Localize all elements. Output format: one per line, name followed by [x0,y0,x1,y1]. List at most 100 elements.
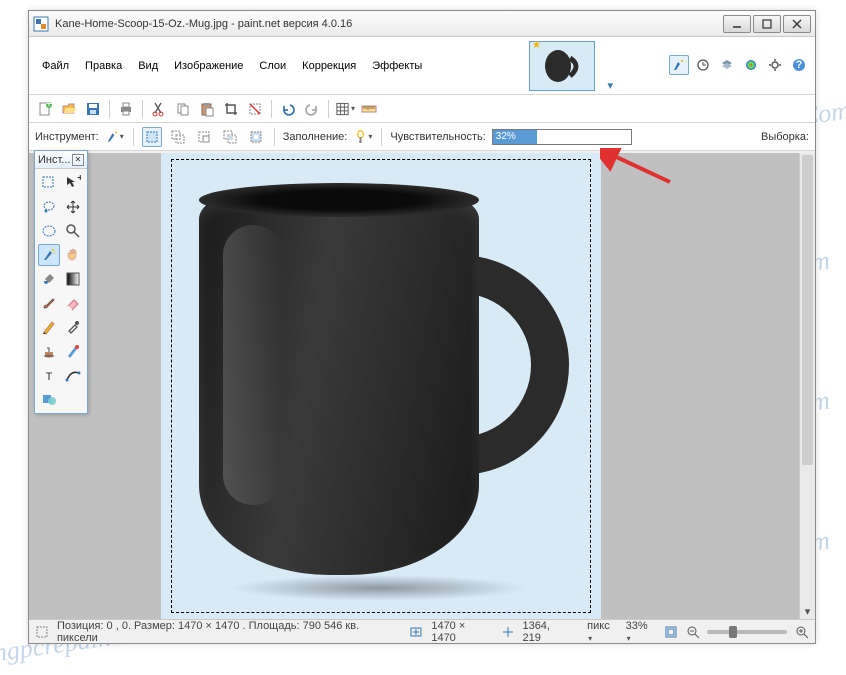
tolerance-slider[interactable]: 32% [492,129,632,145]
tool-recolor[interactable] [62,340,84,362]
tool-color-picker[interactable] [62,316,84,338]
thumbnail-dropdown-icon[interactable]: ▾ [607,79,613,92]
titlebar: Kane-Home-Scoop-15-Oz.-Mug.jpg - paint.n… [29,11,815,37]
separator [133,128,134,146]
history-window-toggle[interactable] [693,55,713,75]
vertical-scrollbar[interactable]: ▴ ▾ [799,153,815,619]
tool-pan[interactable] [62,244,84,266]
tool-gradient[interactable] [62,268,84,290]
settings-button[interactable] [765,55,785,75]
tool-pencil[interactable] [38,316,60,338]
zoom-value[interactable]: 33% ▾ [626,620,656,644]
save-button[interactable] [83,99,103,119]
menu-layers[interactable]: Слои [252,56,293,76]
units-selector[interactable]: пикс ▾ [587,620,617,644]
scroll-down-icon[interactable]: ▾ [800,603,815,619]
tool-label: Инструмент: [35,131,99,143]
tools-window-toggle[interactable] [669,55,689,75]
tool-shapes[interactable] [38,388,60,410]
grid-button[interactable]: ▾ [335,99,355,119]
zoom-in-icon[interactable] [795,625,809,639]
svg-text:?: ? [796,59,803,71]
deselect-button[interactable] [245,99,265,119]
open-button[interactable] [59,99,79,119]
tool-paintbrush[interactable] [38,292,60,314]
crop-button[interactable] [221,99,241,119]
tool-move-selection[interactable]: + [62,172,84,194]
scrollbar-thumb[interactable] [802,155,813,465]
tool-text[interactable]: T [38,364,60,386]
menu-view[interactable]: Вид [131,56,165,76]
zoom-slider[interactable] [707,630,787,634]
fit-window-icon[interactable] [664,625,678,639]
svg-text:+: + [46,101,52,110]
fill-label: Заполнение: [283,131,348,143]
svg-text:+: + [77,175,81,184]
main-toolbar: + ▾ [29,95,815,123]
print-button[interactable] [116,99,136,119]
current-tool-icon[interactable]: ▾ [105,127,125,147]
sampling-label: Выборка: [761,131,809,143]
canvas-gutter-right [601,153,799,619]
paste-button[interactable] [197,99,217,119]
copy-button[interactable] [173,99,193,119]
cursor-pos-icon [501,625,515,639]
flood-mode-button[interactable]: ▾ [353,127,373,147]
annotation-arrow [600,148,680,188]
tools-window-close-icon[interactable]: ✕ [72,154,84,166]
separator [142,100,143,118]
cut-button[interactable] [149,99,169,119]
tool-ellipse-select[interactable] [38,220,60,242]
menu-edit[interactable]: Правка [78,56,129,76]
status-info: Позиция: 0 , 0. Размер: 1470 × 1470 . Пл… [57,620,401,644]
tool-lasso-select[interactable] [38,196,60,218]
selection-intersect-button[interactable] [220,127,240,147]
close-button[interactable] [783,15,811,33]
tools-window-title: Инст... [38,154,70,166]
tools-window[interactable]: Инст... ✕ + T [34,150,88,414]
window-title: Kane-Home-Scoop-15-Oz.-Mug.jpg - paint.n… [55,18,721,30]
tool-clone-stamp[interactable] [38,340,60,362]
zoom-slider-thumb[interactable] [729,626,737,638]
separator [328,100,329,118]
ruler-button[interactable] [359,99,379,119]
tool-eraser[interactable] [62,292,84,314]
tool-paint-bucket[interactable] [38,268,60,290]
tools-window-titlebar[interactable]: Инст... ✕ [35,151,87,169]
tool-magic-wand[interactable] [38,244,60,266]
menu-effects[interactable]: Эффекты [365,56,429,76]
menu-adjust[interactable]: Коррекция [295,56,363,76]
window-switcher: ? [669,55,809,75]
selection-add-button[interactable] [168,127,188,147]
modified-star-icon: ★ [532,40,541,51]
new-button[interactable]: + [35,99,55,119]
statusbar: Позиция: 0 , 0. Размер: 1470 × 1470 . Пл… [29,619,815,643]
maximize-button[interactable] [753,15,781,33]
undo-button[interactable] [278,99,298,119]
tool-move-pixels[interactable] [62,196,84,218]
help-button[interactable]: ? [789,55,809,75]
layers-window-toggle[interactable] [717,55,737,75]
info-icon [35,625,49,639]
selection-subtract-button[interactable] [194,127,214,147]
menu-image[interactable]: Изображение [167,56,250,76]
separator [381,128,382,146]
selection-invert-button[interactable] [246,127,266,147]
canvas[interactable] [161,153,601,619]
document-thumbnail[interactable]: ★ [529,41,595,91]
tool-rect-select[interactable] [38,172,60,194]
redo-button[interactable] [302,99,322,119]
selection-replace-button[interactable] [142,127,162,147]
image-content [179,165,579,595]
status-doc-size: 1470 × 1470 [431,620,492,644]
status-cursor: 1364, 219 [522,620,571,644]
colors-window-toggle[interactable] [741,55,761,75]
minimize-button[interactable] [723,15,751,33]
tool-zoom[interactable] [62,220,84,242]
zoom-out-icon[interactable] [686,625,700,639]
tolerance-value: 32% [496,130,516,144]
tool-empty [62,388,84,410]
tool-line[interactable] [62,364,84,386]
doc-size-icon [409,625,423,639]
menu-file[interactable]: Файл [35,56,76,76]
